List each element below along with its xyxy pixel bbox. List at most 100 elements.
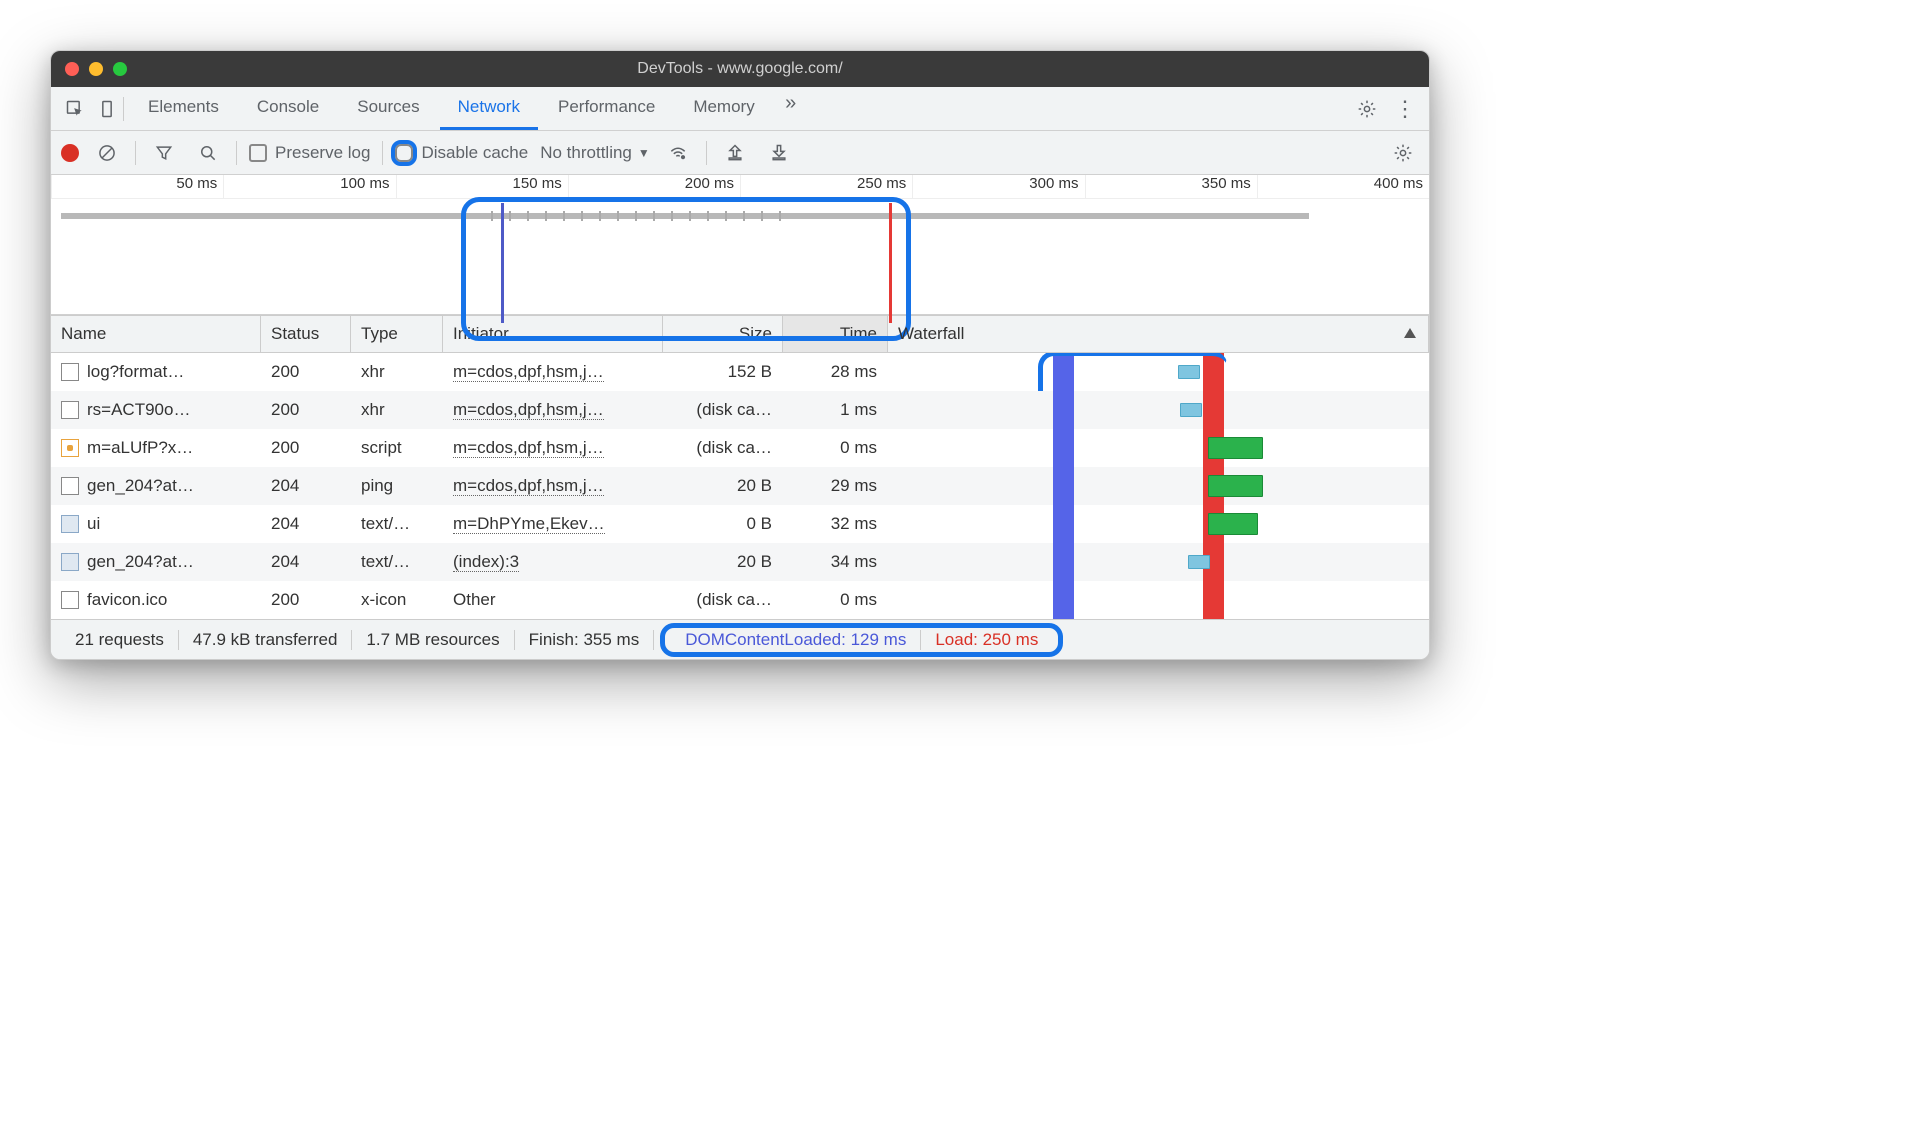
table-row[interactable]: log?format…200xhrm=cdos,dpf,hsm,j…152 B2… bbox=[51, 353, 1429, 391]
request-name: log?format… bbox=[87, 362, 184, 382]
inspect-icon[interactable] bbox=[59, 93, 91, 125]
divider bbox=[123, 97, 124, 121]
kebab-menu-icon[interactable]: ⋮ bbox=[1389, 93, 1421, 125]
annotation-highlight bbox=[461, 197, 911, 341]
header-waterfall[interactable]: Waterfall bbox=[888, 316, 1429, 352]
throttling-value: No throttling bbox=[540, 143, 632, 163]
cell-initiator[interactable]: m=cdos,dpf,hsm,j… bbox=[443, 438, 663, 458]
status-resources: 1.7 MB resources bbox=[352, 630, 514, 650]
table-row[interactable]: rs=ACT90o…200xhrm=cdos,dpf,hsm,j…(disk c… bbox=[51, 391, 1429, 429]
annotation-highlight: DOMContentLoaded: 129 ms Load: 250 ms bbox=[660, 623, 1063, 657]
preserve-log-label: Preserve log bbox=[275, 143, 370, 163]
cell-status: 204 bbox=[261, 552, 351, 572]
tab-performance[interactable]: Performance bbox=[540, 87, 673, 130]
cell-time: 28 ms bbox=[783, 362, 888, 382]
throttling-select[interactable]: No throttling ▼ bbox=[540, 143, 650, 163]
tab-memory[interactable]: Memory bbox=[675, 87, 772, 130]
cell-waterfall bbox=[888, 581, 1429, 619]
cell-time: 32 ms bbox=[783, 514, 888, 534]
cell-time: 29 ms bbox=[783, 476, 888, 496]
cell-type: script bbox=[351, 438, 443, 458]
cell-waterfall bbox=[888, 353, 1429, 391]
status-load: Load: 250 ms bbox=[920, 630, 1052, 650]
cell-status: 200 bbox=[261, 400, 351, 420]
device-toggle-icon[interactable] bbox=[91, 93, 123, 125]
disable-cache-toggle[interactable]: Disable cache bbox=[395, 143, 528, 163]
panel-tabs: Elements Console Sources Network Perform… bbox=[130, 87, 1351, 130]
cell-type: text/… bbox=[351, 514, 443, 534]
search-icon[interactable] bbox=[192, 137, 224, 169]
cell-time: 34 ms bbox=[783, 552, 888, 572]
status-requests: 21 requests bbox=[61, 630, 179, 650]
status-transferred: 47.9 kB transferred bbox=[179, 630, 353, 650]
cell-size: 20 B bbox=[663, 552, 783, 572]
cell-status: 200 bbox=[261, 362, 351, 382]
devtools-window: DevTools - www.google.com/ Elements Cons… bbox=[50, 50, 1430, 660]
cell-type: xhr bbox=[351, 400, 443, 420]
cell-initiator[interactable]: m=DhPYme,Ekev… bbox=[443, 514, 663, 534]
header-status[interactable]: Status bbox=[261, 316, 351, 352]
filter-icon[interactable] bbox=[148, 137, 180, 169]
filetype-icon bbox=[61, 439, 79, 457]
cell-time: 1 ms bbox=[783, 400, 888, 420]
cell-size: 20 B bbox=[663, 476, 783, 496]
cell-size: (disk ca… bbox=[663, 400, 783, 420]
checkbox-icon[interactable] bbox=[249, 144, 267, 162]
tab-network[interactable]: Network bbox=[440, 87, 538, 130]
panel-settings-icon[interactable] bbox=[1387, 137, 1419, 169]
table-row[interactable]: gen_204?at… 204pingm=cdos,dpf,hsm,j…20 B2… bbox=[51, 467, 1429, 505]
annotation-highlight bbox=[1038, 353, 1228, 391]
cell-type: ping bbox=[351, 476, 443, 496]
table-row[interactable]: gen_204?at… 204text/…(index):320 B34 ms bbox=[51, 543, 1429, 581]
filetype-icon bbox=[61, 553, 79, 571]
chevron-down-icon: ▼ bbox=[638, 146, 650, 160]
request-name: gen_204?at… bbox=[87, 552, 194, 572]
timeline-overview[interactable]: 50 ms 100 ms 150 ms 200 ms 250 ms 300 ms… bbox=[51, 175, 1429, 315]
clear-icon[interactable] bbox=[91, 137, 123, 169]
status-bar: 21 requests 47.9 kB transferred 1.7 MB r… bbox=[51, 619, 1429, 659]
tab-elements[interactable]: Elements bbox=[130, 87, 237, 130]
request-table: log?format…200xhrm=cdos,dpf,hsm,j…152 B2… bbox=[51, 353, 1429, 619]
cell-initiator[interactable]: m=cdos,dpf,hsm,j… bbox=[443, 362, 663, 382]
request-name: gen_204?at… bbox=[87, 476, 194, 496]
preserve-log-toggle[interactable]: Preserve log bbox=[249, 143, 370, 163]
cell-initiator[interactable]: m=cdos,dpf,hsm,j… bbox=[443, 400, 663, 420]
cell-type: text/… bbox=[351, 552, 443, 572]
filetype-icon bbox=[61, 363, 79, 381]
checkbox-icon[interactable] bbox=[395, 144, 413, 162]
cell-status: 204 bbox=[261, 476, 351, 496]
cell-waterfall bbox=[888, 543, 1429, 581]
cell-waterfall bbox=[888, 391, 1429, 429]
cell-size: 0 B bbox=[663, 514, 783, 534]
time-ruler: 50 ms 100 ms 150 ms 200 ms 250 ms 300 ms… bbox=[51, 175, 1429, 199]
cell-waterfall bbox=[888, 467, 1429, 505]
request-name: favicon.ico bbox=[87, 590, 167, 610]
download-icon[interactable] bbox=[763, 137, 795, 169]
table-row[interactable]: favicon.ico200x-iconOther(disk ca…0 ms bbox=[51, 581, 1429, 619]
cell-initiator[interactable]: (index):3 bbox=[443, 552, 663, 572]
header-name[interactable]: Name bbox=[51, 316, 261, 352]
table-row[interactable]: ui204text/…m=DhPYme,Ekev…0 B32 ms bbox=[51, 505, 1429, 543]
titlebar: DevTools - www.google.com/ bbox=[51, 51, 1429, 87]
cell-type: x-icon bbox=[351, 590, 443, 610]
cell-waterfall bbox=[888, 429, 1429, 467]
status-finish: Finish: 355 ms bbox=[515, 630, 655, 650]
cell-time: 0 ms bbox=[783, 438, 888, 458]
overview-body[interactable] bbox=[51, 199, 1429, 315]
cell-initiator[interactable]: m=cdos,dpf,hsm,j… bbox=[443, 476, 663, 496]
upload-icon[interactable] bbox=[719, 137, 751, 169]
settings-icon[interactable] bbox=[1351, 93, 1383, 125]
tab-console[interactable]: Console bbox=[239, 87, 337, 130]
tab-sources[interactable]: Sources bbox=[339, 87, 437, 130]
cell-size: (disk ca… bbox=[663, 438, 783, 458]
header-type[interactable]: Type bbox=[351, 316, 443, 352]
cell-type: xhr bbox=[351, 362, 443, 382]
cell-initiator[interactable]: Other bbox=[443, 590, 663, 610]
status-domcontentloaded: DOMContentLoaded: 129 ms bbox=[671, 630, 920, 650]
more-tabs-icon[interactable]: » bbox=[775, 87, 807, 119]
table-row[interactable]: m=aLUfP?x…200scriptm=cdos,dpf,hsm,j…(dis… bbox=[51, 429, 1429, 467]
cell-time: 0 ms bbox=[783, 590, 888, 610]
cell-size: (disk ca… bbox=[663, 590, 783, 610]
record-button[interactable] bbox=[61, 144, 79, 162]
network-conditions-icon[interactable] bbox=[662, 137, 694, 169]
